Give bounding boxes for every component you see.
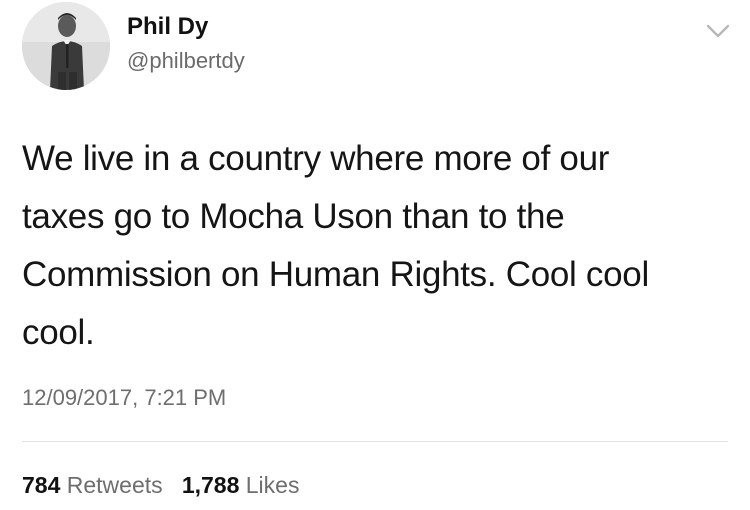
tweet-text-line: taxes go to Mocha Uson than to the [22, 197, 565, 236]
tweet-card: Phil Dy @philbertdy We live in a country… [0, 0, 750, 510]
tweet-timestamp[interactable]: 12/09/2017, 7:21 PM [22, 385, 226, 411]
tweet-stats: 784 Retweets 1,788 Likes [22, 472, 299, 499]
tweet-text-line: cool. [22, 313, 95, 352]
retweets-stat[interactable]: 784 Retweets [22, 472, 169, 498]
tweet-text: We live in a country where more of our t… [22, 130, 722, 362]
display-name[interactable]: Phil Dy [127, 13, 208, 41]
likes-stat[interactable]: 1,788 Likes [182, 472, 300, 498]
tweet-text-line: Commission on Human Rights. Cool cool [22, 255, 649, 294]
divider [22, 441, 728, 442]
avatar[interactable] [22, 2, 110, 90]
avatar-image [22, 2, 110, 90]
tweet-text-line: We live in a country where more of our [22, 139, 610, 178]
retweets-count: 784 [22, 472, 61, 498]
user-handle[interactable]: @philbertdy [127, 48, 245, 74]
retweets-label: Retweets [66, 472, 163, 498]
chevron-down-icon[interactable] [705, 18, 731, 44]
likes-label: Likes [245, 472, 300, 498]
likes-count: 1,788 [181, 472, 240, 498]
